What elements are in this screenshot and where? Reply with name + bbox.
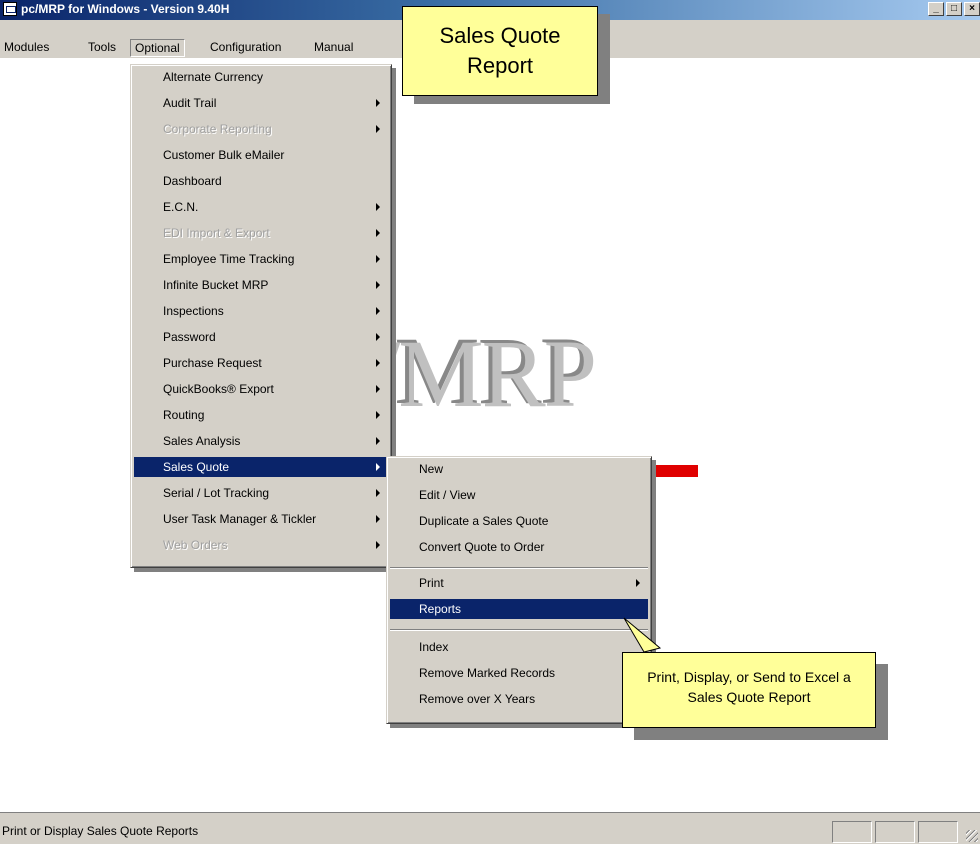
submenu-arrow-icon xyxy=(376,437,380,445)
menu-item-label: Routing xyxy=(163,408,205,422)
menu-item-label: Edit / View xyxy=(419,488,476,502)
sales-quote-item-print[interactable]: Print xyxy=(390,573,648,593)
submenu-arrow-icon xyxy=(376,359,380,367)
callout-print-display-excel: Print, Display, or Send to Excel a Sales… xyxy=(622,652,876,728)
submenu-arrow-icon xyxy=(376,541,380,549)
menu-item-label: Inspections xyxy=(163,304,224,318)
menu-item-label: E.C.N. xyxy=(163,200,199,214)
menu-item-label: Dashboard xyxy=(163,174,222,188)
menu-item-label: Corporate Reporting xyxy=(163,122,272,136)
menu-item-label: New xyxy=(419,462,444,476)
sales-quote-item-edit-view[interactable]: Edit / View xyxy=(390,485,648,505)
app-icon[interactable] xyxy=(3,2,17,16)
menu-item-label: QuickBooks® Export xyxy=(163,382,274,396)
menu-item-label: EDI Import & Export xyxy=(163,226,270,240)
optional-item-sales-analysis[interactable]: Sales Analysis xyxy=(134,431,388,451)
optional-menu: Alternate Currency Audit Trail Corporate R… xyxy=(130,64,392,568)
submenu-arrow-icon xyxy=(376,203,380,211)
menu-separator xyxy=(390,567,648,569)
menu-item-label: Infinite Bucket MRP xyxy=(163,278,269,292)
optional-item-corporate-reporting: Corporate Reporting xyxy=(134,119,388,139)
optional-item-routing[interactable]: Routing xyxy=(134,405,388,425)
optional-item-web-orders: Web Orders xyxy=(134,535,388,555)
menu-configuration[interactable]: Configuration xyxy=(206,39,285,55)
callout-bottom-text: Print, Display, or Send to Excel a Sales… xyxy=(647,669,851,705)
optional-item-purchase-request[interactable]: Purchase Request xyxy=(134,353,388,373)
callout-top-text: Sales Quote Report xyxy=(439,23,561,78)
menu-item-label: Serial / Lot Tracking xyxy=(163,486,270,500)
submenu-arrow-icon xyxy=(376,515,380,523)
submenu-arrow-icon xyxy=(376,489,380,497)
optional-item-alternate-currency[interactable]: Alternate Currency xyxy=(134,67,388,87)
maximize-button[interactable]: □ xyxy=(946,2,962,16)
submenu-arrow-icon xyxy=(376,255,380,263)
submenu-arrow-icon xyxy=(376,385,380,393)
menu-item-label: Sales Analysis xyxy=(163,434,241,448)
status-text: Print or Display Sales Quote Reports xyxy=(2,824,199,838)
optional-item-customer-bulk-emailer[interactable]: Customer Bulk eMailer xyxy=(134,145,388,165)
submenu-arrow-icon xyxy=(376,411,380,419)
sales-quote-item-convert-quote-to-order[interactable]: Convert Quote to Order xyxy=(390,537,648,557)
optional-item-user-task-manager-tickler[interactable]: User Task Manager & Tickler xyxy=(134,509,388,529)
menu-manual[interactable]: Manual xyxy=(310,39,357,55)
menu-item-label: Remove Marked Records xyxy=(419,666,556,680)
optional-item-sales-quote[interactable]: Sales Quote xyxy=(134,457,388,477)
minimize-button[interactable]: _ xyxy=(928,2,944,16)
window-title: pc/MRP for Windows - Version 9.40H xyxy=(21,2,230,16)
menu-item-label: Customer Bulk eMailer xyxy=(163,148,285,162)
menu-item-label: User Task Manager & Tickler xyxy=(163,512,317,526)
menu-item-label: Reports xyxy=(419,602,462,616)
window-controls: _ □ × xyxy=(928,2,980,16)
submenu-arrow-icon xyxy=(376,229,380,237)
menu-item-label: Purchase Request xyxy=(163,356,262,370)
menu-item-label: Alternate Currency xyxy=(163,70,264,84)
optional-item-e-c-n[interactable]: E.C.N. xyxy=(134,197,388,217)
menu-optional[interactable]: Optional xyxy=(130,39,185,57)
menu-modules[interactable]: Modules xyxy=(0,39,53,55)
optional-item-inspections[interactable]: Inspections xyxy=(134,301,388,321)
menu-item-label: Audit Trail xyxy=(163,96,217,110)
optional-item-audit-trail[interactable]: Audit Trail xyxy=(134,93,388,113)
close-button[interactable]: × xyxy=(964,2,980,16)
menu-item-label: Duplicate a Sales Quote xyxy=(419,514,549,528)
menu-item-label: Employee Time Tracking xyxy=(163,252,295,266)
sales-quote-item-new[interactable]: New xyxy=(390,459,648,479)
optional-item-serial-lot-tracking[interactable]: Serial / Lot Tracking xyxy=(134,483,388,503)
status-panel xyxy=(918,821,958,843)
status-panel xyxy=(832,821,872,843)
optional-item-password[interactable]: Password xyxy=(134,327,388,347)
status-bar: Print or Display Sales Quote Reports xyxy=(0,812,980,844)
callout-sales-quote-report: Sales Quote Report xyxy=(402,6,598,96)
submenu-arrow-icon xyxy=(376,307,380,315)
menu-item-label: Print xyxy=(419,576,444,590)
optional-item-infinite-bucket-mrp[interactable]: Infinite Bucket MRP xyxy=(134,275,388,295)
submenu-arrow-icon xyxy=(376,125,380,133)
optional-item-employee-time-tracking[interactable]: Employee Time Tracking xyxy=(134,249,388,269)
submenu-arrow-icon xyxy=(376,281,380,289)
submenu-arrow-icon xyxy=(376,463,380,471)
resize-grip[interactable] xyxy=(966,830,978,842)
status-panel xyxy=(875,821,915,843)
menu-shadow xyxy=(390,724,656,728)
sales-quote-submenu: New Edit / View Duplicate a Sales Quote Con… xyxy=(386,456,652,724)
menu-item-label: Convert Quote to Order xyxy=(419,540,545,554)
menu-item-label: Index xyxy=(419,640,449,654)
optional-item-edi-import-export: EDI Import & Export xyxy=(134,223,388,243)
submenu-arrow-icon xyxy=(376,333,380,341)
optional-item-dashboard[interactable]: Dashboard xyxy=(134,171,388,191)
menu-item-label: Password xyxy=(163,330,216,344)
optional-item-quickbooks-export[interactable]: QuickBooks® Export xyxy=(134,379,388,399)
menu-item-label: Sales Quote xyxy=(163,460,230,474)
menu-item-label: Remove over X Years xyxy=(419,692,536,706)
menu-shadow xyxy=(134,568,396,572)
menu-item-label: Web Orders xyxy=(163,538,228,552)
submenu-arrow-icon xyxy=(376,99,380,107)
sales-quote-item-remove-over-x-years[interactable]: Remove over X Years xyxy=(390,689,648,709)
menu-tools[interactable]: Tools xyxy=(84,39,120,55)
submenu-arrow-icon xyxy=(636,579,640,587)
sales-quote-item-duplicate-a-sales-quote[interactable]: Duplicate a Sales Quote xyxy=(390,511,648,531)
